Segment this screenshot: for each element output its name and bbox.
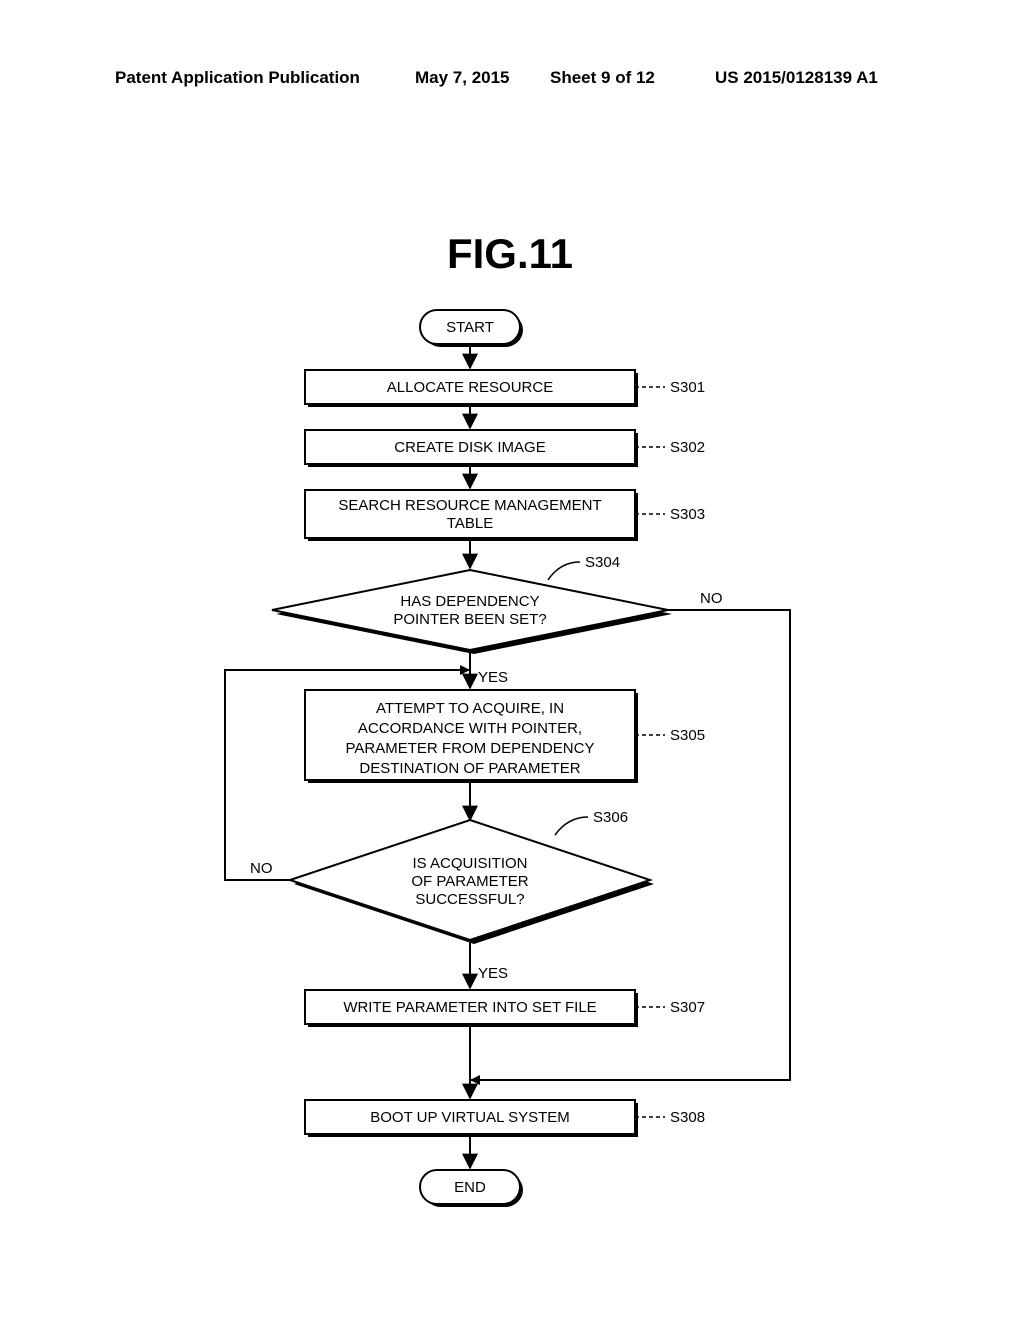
header-sheet: Sheet 9 of 12 <box>550 68 655 88</box>
step-s305-text-l2: ACCORDANCE WITH POINTER, <box>358 720 582 737</box>
leader <box>555 817 588 835</box>
decision-s304-text-l1: HAS DEPENDENCY <box>400 593 539 610</box>
header-date: May 7, 2015 <box>415 68 510 88</box>
step-s303-text-l2: TABLE <box>447 515 493 532</box>
step-s305-text-l4: DESTINATION OF PARAMETER <box>359 760 580 777</box>
step-s301: ALLOCATE RESOURCE <box>305 370 638 407</box>
decision-s304-ref: S304 <box>585 554 620 571</box>
decision-s306-text-l1: IS ACQUISITION <box>412 855 527 872</box>
step-s307: WRITE PARAMETER INTO SET FILE <box>305 990 638 1027</box>
step-s308: BOOT UP VIRTUAL SYSTEM <box>305 1100 638 1137</box>
step-s301-ref: S301 <box>670 379 705 396</box>
decision-s306-text-l3: SUCCESSFUL? <box>415 891 524 908</box>
figure-title: FIG.11 <box>0 230 1020 278</box>
decision-s306: IS ACQUISITION OF PARAMETER SUCCESSFUL? <box>290 820 654 944</box>
step-s303-text-l1: SEARCH RESOURCE MANAGEMENT <box>338 497 601 514</box>
label-yes2: YES <box>478 965 508 982</box>
decision-s306-text-l2: OF PARAMETER <box>411 873 528 890</box>
decision-s304-text-l2: POINTER BEEN SET? <box>393 611 546 628</box>
flowchart: START ALLOCATE RESOURCE S301 CREATE DISK… <box>0 290 1020 1250</box>
decision-s304: HAS DEPENDENCY POINTER BEEN SET? <box>272 570 672 654</box>
leader <box>548 562 580 580</box>
label-yes: YES <box>478 669 508 686</box>
step-s308-ref: S308 <box>670 1109 705 1126</box>
step-s305: ATTEMPT TO ACQUIRE, IN ACCORDANCE WITH P… <box>305 690 638 783</box>
header-left: Patent Application Publication <box>115 68 360 88</box>
step-s303: SEARCH RESOURCE MANAGEMENT TABLE <box>305 490 638 541</box>
step-s307-text: WRITE PARAMETER INTO SET FILE <box>343 999 596 1016</box>
step-s302-text: CREATE DISK IMAGE <box>394 439 545 456</box>
arrowhead-merge <box>470 1075 480 1085</box>
label-no: NO <box>700 590 723 607</box>
step-s303-ref: S303 <box>670 506 705 523</box>
end-label: END <box>454 1179 486 1196</box>
start-terminator: START <box>420 310 523 347</box>
step-s302-ref: S302 <box>670 439 705 456</box>
arrowhead-loop <box>460 665 470 675</box>
step-s308-text: BOOT UP VIRTUAL SYSTEM <box>370 1109 570 1126</box>
step-s305-ref: S305 <box>670 727 705 744</box>
end-terminator: END <box>420 1170 523 1207</box>
step-s305-text-l3: PARAMETER FROM DEPENDENCY <box>346 740 595 757</box>
step-s302: CREATE DISK IMAGE <box>305 430 638 467</box>
step-s305-text-l1: ATTEMPT TO ACQUIRE, IN <box>376 700 564 717</box>
step-s301-text: ALLOCATE RESOURCE <box>387 379 553 396</box>
label-no2: NO <box>250 860 273 877</box>
step-s307-ref: S307 <box>670 999 705 1016</box>
decision-s306-ref: S306 <box>593 809 628 826</box>
header-docnum: US 2015/0128139 A1 <box>715 68 878 88</box>
start-label: START <box>446 319 494 336</box>
